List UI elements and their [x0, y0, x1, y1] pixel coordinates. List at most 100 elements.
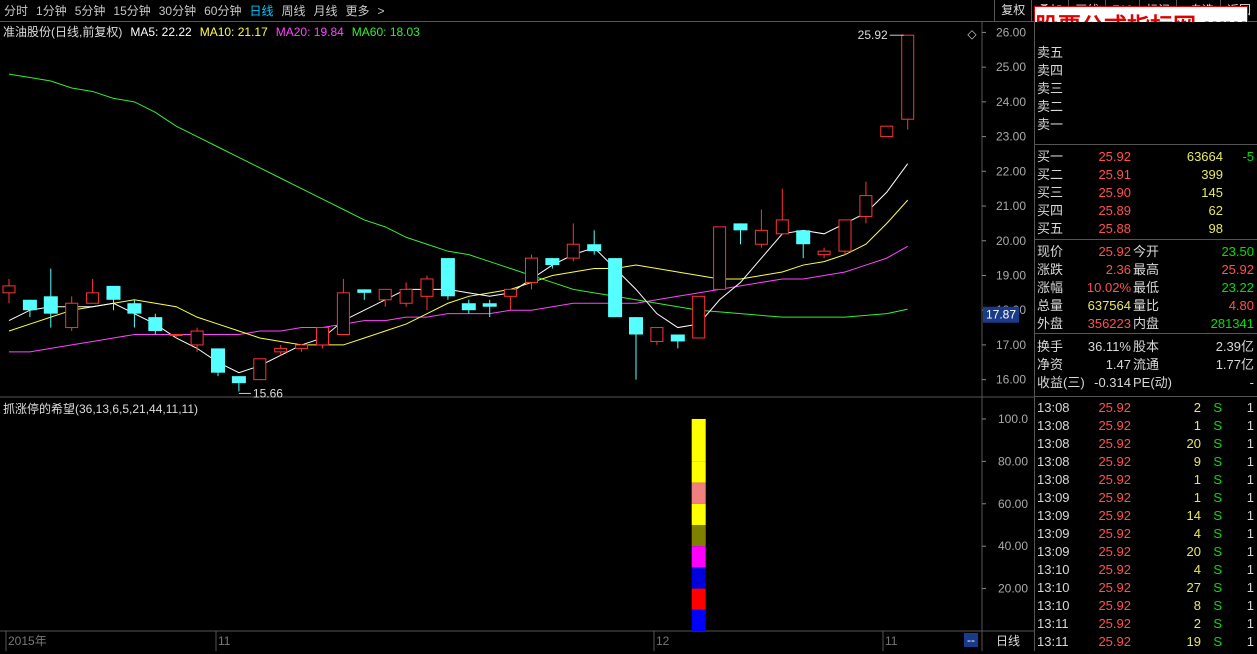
period-6[interactable]: 日线: [245, 0, 277, 22]
tick-row-13: 13:11 25.92 19 S 1: [1035, 633, 1257, 651]
period-5[interactable]: 60分钟: [200, 0, 245, 22]
tick-price: 25.92: [1098, 490, 1131, 505]
fund-value: 36.11%: [1087, 339, 1131, 354]
tick-count: 1: [1246, 616, 1254, 631]
stat-label-2: 内盘: [1133, 316, 1160, 331]
tick-row-10: 13:10 25.92 27 S 1: [1035, 579, 1257, 597]
kline-chart-svg[interactable]: 26.00 25.00 24.00 23.00 22.00 21.00 20.00 19.00…: [0, 22, 1034, 651]
period-2[interactable]: 5分钟: [71, 0, 110, 22]
candle-up[interactable]: [336, 292, 350, 336]
candle-up[interactable]: [504, 288, 518, 297]
tick-volume: 2: [1193, 616, 1201, 631]
chart-area[interactable]: 26.00 25.00 24.00 23.00 22.00 21.00 20.00 19.00…: [0, 22, 1034, 651]
tick-volume: 4: [1193, 526, 1201, 541]
period-7[interactable]: 周线: [277, 0, 309, 22]
candle-up[interactable]: [316, 327, 329, 346]
candle-up[interactable]: [420, 278, 434, 297]
sell-row-0: 卖五: [1035, 44, 1257, 62]
tick-price: 25.92: [1098, 400, 1131, 415]
candle-up[interactable]: [399, 288, 413, 304]
candle-up[interactable]: [190, 330, 204, 346]
candle-down[interactable]: [211, 348, 225, 373]
candle-down[interactable]: [231, 376, 246, 384]
tick-volume: 14: [1186, 508, 1201, 523]
tick-price: 25.92: [1098, 562, 1131, 577]
candle-down[interactable]: [608, 258, 623, 318]
candle-down[interactable]: [461, 303, 476, 311]
candle-up[interactable]: [378, 288, 392, 301]
signal-segment-4: [691, 524, 706, 547]
toolbar-button-0[interactable]: 复权: [994, 0, 1031, 21]
candle-down[interactable]: [670, 334, 685, 342]
candle-down[interactable]: [106, 285, 121, 300]
candle-up[interactable]: [901, 34, 915, 120]
tick-price: 25.92: [1098, 418, 1131, 433]
date-label-0: 2015年: [8, 634, 47, 648]
candle-up[interactable]: [274, 347, 288, 353]
tick-count: 1: [1246, 544, 1254, 559]
candle-up[interactable]: [838, 219, 852, 252]
candle-up[interactable]: [65, 302, 79, 329]
tick-row-5: 13:09 25.92 1 S 1: [1035, 489, 1257, 507]
candle-down[interactable]: [357, 289, 372, 293]
candle-down[interactable]: [43, 296, 58, 314]
candle-down[interactable]: [22, 299, 37, 311]
signal-segment-3: [691, 503, 706, 525]
tick-count: 1: [1246, 418, 1254, 433]
main-legend-2: MA10: 21.17: [200, 25, 268, 39]
candle-up[interactable]: [817, 250, 831, 256]
tick-count: 1: [1246, 436, 1254, 451]
period-4[interactable]: 30分钟: [155, 0, 200, 22]
candle-up[interactable]: [859, 195, 873, 217]
fund-row-0: 换手 36.11% 股本 2.39亿: [1035, 338, 1257, 356]
sell-row-4: 卖一: [1035, 116, 1257, 134]
buy-row-1: 买二 25.91 399: [1035, 166, 1257, 184]
candle-up[interactable]: [169, 334, 183, 336]
candle-down[interactable]: [545, 258, 560, 266]
period-9[interactable]: 更多: [342, 0, 374, 22]
tick-time: 13:11: [1037, 634, 1069, 649]
candle-up[interactable]: [650, 327, 664, 342]
candle-up[interactable]: [525, 257, 538, 283]
candle-down[interactable]: [733, 223, 748, 231]
candle-down[interactable]: [629, 317, 643, 335]
date-label-1: 11: [218, 634, 231, 648]
tick-volume: 19: [1186, 634, 1201, 649]
tick-count: 1: [1246, 508, 1254, 523]
candle-down[interactable]: [796, 230, 811, 245]
tick-side: S: [1213, 472, 1222, 487]
stat-label-2: 今开: [1133, 244, 1160, 259]
candle-up[interactable]: [775, 219, 789, 235]
tick-side: S: [1213, 598, 1222, 613]
stat-value: 10.02%: [1086, 280, 1131, 295]
period-0[interactable]: 分时: [0, 0, 32, 22]
tick-count: 1: [1246, 490, 1254, 505]
candle-down[interactable]: [587, 244, 602, 252]
buy-label: 买五: [1037, 221, 1064, 236]
period-8[interactable]: 月线: [310, 0, 342, 22]
candle-down[interactable]: [148, 317, 163, 332]
candle-up[interactable]: [880, 125, 894, 138]
period-3[interactable]: 15分钟: [109, 0, 154, 22]
tick-price: 25.92: [1098, 454, 1131, 469]
period-1[interactable]: 1分钟: [32, 0, 71, 22]
fund-row-1: 净资 1.47 流通 1.77亿: [1035, 356, 1257, 374]
candle-down[interactable]: [482, 303, 497, 307]
candle-down[interactable]: [440, 258, 455, 297]
more-arrow-icon[interactable]: >: [374, 0, 389, 22]
tick-volume: 1: [1193, 418, 1201, 433]
candle-up[interactable]: [754, 229, 768, 245]
candle-up[interactable]: [253, 358, 267, 381]
candle-up[interactable]: [86, 292, 100, 304]
sell-label: 卖二: [1037, 99, 1064, 114]
candle-up[interactable]: [2, 285, 16, 294]
tick-price: 25.92: [1098, 472, 1131, 487]
candle-down[interactable]: [127, 303, 142, 314]
candle-up[interactable]: [692, 295, 706, 339]
candle-up[interactable]: [295, 344, 309, 349]
candle-up[interactable]: [566, 243, 580, 259]
buy-label: 买四: [1037, 203, 1064, 218]
candle-up[interactable]: [713, 226, 727, 290]
stat-label: 现价: [1037, 244, 1064, 259]
fund-value: 1.47: [1105, 357, 1131, 372]
